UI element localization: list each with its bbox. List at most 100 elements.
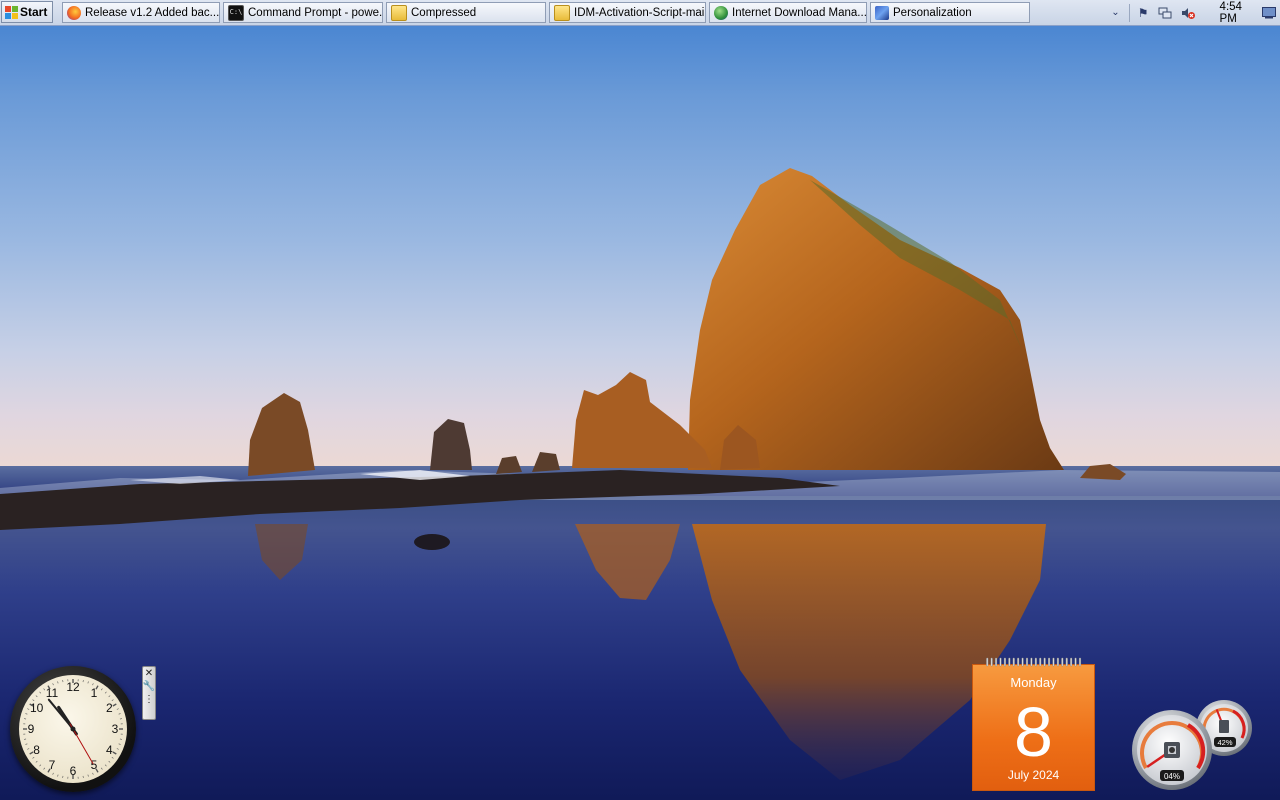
clock-tick	[104, 691, 107, 694]
calendar-ring	[1008, 657, 1011, 667]
calendar-ring	[1012, 657, 1015, 667]
cpu-meter-gadget[interactable]: 04% 42%	[1130, 698, 1256, 794]
clock-tick	[39, 691, 42, 694]
clock-tick	[25, 713, 28, 715]
calendar-ring	[1078, 657, 1082, 667]
network-icon[interactable]	[1158, 5, 1172, 21]
clock-tick	[112, 751, 117, 755]
start-label: Start	[20, 5, 48, 19]
idm-icon	[714, 5, 728, 20]
calendar-ring	[990, 657, 993, 667]
gadget-controls: ✕ 🔧 ⋮	[142, 666, 156, 720]
calendar-ring	[999, 657, 1002, 667]
calendar-ring	[995, 657, 998, 667]
folder-icon	[554, 4, 570, 21]
task-label: Command Prompt - powe...	[248, 6, 382, 19]
clock-tick	[111, 756, 114, 759]
calendar-ring	[1048, 657, 1051, 667]
clock-tick	[100, 767, 103, 770]
clock-tick	[47, 685, 51, 690]
task-label: Personalization	[893, 6, 972, 19]
tray-separator	[1128, 3, 1130, 22]
clock-tick	[104, 764, 107, 767]
clock-tick	[27, 748, 30, 750]
clock-tick	[118, 713, 121, 715]
close-gadget-button[interactable]: ✕	[143, 667, 155, 680]
clock-tick	[29, 751, 34, 755]
clock-tick	[92, 772, 94, 775]
calendar-ring	[1030, 657, 1033, 667]
gadget-options-icon[interactable]: 🔧	[143, 680, 155, 693]
calendar-month-year: July 2024	[1007, 768, 1060, 782]
taskbar-button-internet-download-manager[interactable]: Internet Download Mana...	[709, 2, 867, 23]
clock-tick	[35, 695, 38, 698]
calendar-ring	[1056, 657, 1059, 667]
clock-tick	[32, 756, 35, 759]
system-tray: ⌄ ⚑ 4:54 PM	[1105, 1, 1280, 25]
memory-chip-icon	[1219, 720, 1229, 733]
calendar-ring	[986, 657, 989, 667]
clock-tick	[35, 760, 38, 763]
calendar-ring	[1074, 657, 1077, 667]
calendar-day-name: Monday	[1010, 675, 1057, 690]
clock-dial: 12 1 2 3 4 5 6 7 8 9 10 11	[19, 675, 127, 783]
clock-tick	[108, 760, 111, 763]
task-label: IDM-Activation-Script-main	[574, 6, 705, 19]
clock-tick	[95, 768, 99, 773]
clock-tick	[52, 772, 54, 775]
volume-muted-icon[interactable]	[1180, 5, 1196, 21]
taskbar-button-idm-activation-folder[interactable]: IDM-Activation-Script-main	[549, 2, 706, 23]
calendar-ring	[1070, 657, 1073, 667]
clock-tick	[29, 703, 34, 707]
clock-tick	[116, 708, 119, 710]
clock-tick	[111, 699, 114, 702]
windows-logo-icon	[5, 5, 18, 19]
clock-tick	[116, 748, 119, 750]
clock-tick	[27, 708, 30, 710]
calendar-ring	[1034, 657, 1037, 667]
clock-tick	[95, 685, 99, 690]
clock-tick	[43, 767, 46, 770]
clock-tick	[47, 768, 51, 773]
clock-tick	[100, 688, 103, 691]
memory-usage-label: 42%	[1217, 738, 1232, 747]
clock-hands	[23, 679, 123, 779]
calendar-ring	[1061, 657, 1064, 667]
cpu-meter-dials: 04% 42%	[1132, 700, 1252, 790]
clock-tick	[39, 764, 42, 767]
task-label: Internet Download Mana...	[732, 6, 866, 19]
taskbar: Start Release v1.2 Added bac... C:\ Comm…	[0, 0, 1280, 26]
cmd-icon: C:\	[228, 4, 244, 21]
calendar-ring	[1017, 657, 1020, 667]
clock-gadget[interactable]: 12 1 2 3 4 5 6 7 8 9 10 11	[10, 666, 136, 792]
calendar-ring	[1043, 657, 1046, 667]
calendar-gadget[interactable]: Monday 8 July 2024	[971, 657, 1096, 792]
taskbar-button-compressed-folder[interactable]: Compressed	[386, 2, 546, 23]
personalization-icon	[875, 5, 889, 20]
firefox-icon	[67, 5, 81, 20]
chevron-down-icon[interactable]: ⌄	[1109, 5, 1122, 21]
calendar-ring	[1039, 657, 1042, 667]
taskbar-button-personalization[interactable]: Personalization	[870, 2, 1030, 23]
taskbar-button-firefox[interactable]: Release v1.2 Added bac...	[62, 2, 220, 23]
taskbar-clock[interactable]: 4:54 PM	[1220, 1, 1254, 25]
task-label: Release v1.2 Added bac...	[85, 6, 219, 19]
clock-tick	[25, 743, 28, 745]
start-button[interactable]: Start	[1, 1, 53, 23]
clock-tick	[32, 699, 35, 702]
calendar-ring	[1021, 657, 1024, 667]
calendar-binding-rings	[986, 657, 1082, 667]
task-label: Compressed	[411, 6, 477, 19]
folder-icon	[391, 4, 407, 21]
calendar-ring	[1003, 657, 1006, 667]
clock-tick	[52, 683, 54, 686]
taskbar-button-command-prompt[interactable]: C:\ Command Prompt - powe...	[223, 2, 383, 23]
clock-tick	[118, 743, 121, 745]
flag-icon[interactable]: ⚑	[1137, 5, 1150, 21]
clock-tick	[92, 683, 94, 686]
clock-tick	[87, 681, 89, 684]
calendar-ring	[1025, 657, 1029, 667]
show-desktop-icon[interactable]	[1262, 5, 1276, 21]
drag-handle-icon[interactable]: ⋮	[143, 693, 155, 706]
clock-center-pin	[70, 726, 76, 732]
